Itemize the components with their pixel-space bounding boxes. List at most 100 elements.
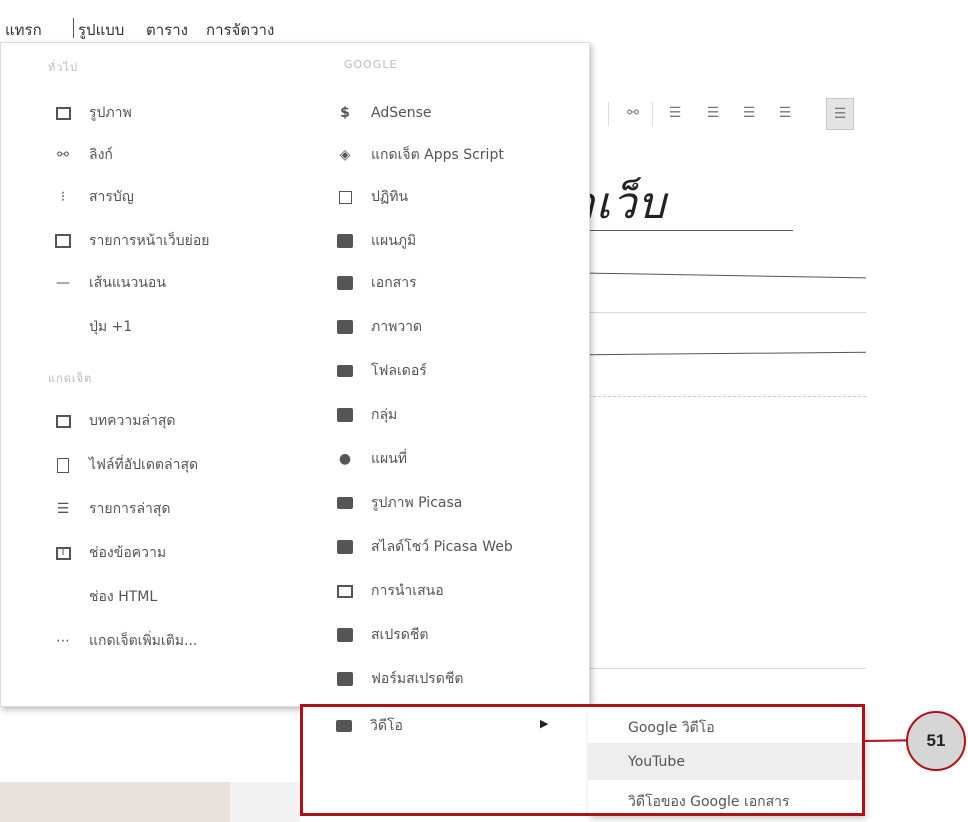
menu-item-label: AdSense [371,105,432,121]
groups-icon [335,405,355,425]
menu-item-label: ปฏิทิน [371,189,409,205]
menu-item-label: รายการล่าสุด [89,501,171,517]
align-icon[interactable]: ☰ [826,98,854,130]
menu-item-label: สารบัญ [89,189,134,205]
camera-icon [335,493,355,513]
menu-item-drawing[interactable]: ภาพวาด [335,315,422,339]
formatting-toolbar: ⚯ ☰ ☰ ☰ ☰ ☰ [600,98,865,132]
divider [588,312,866,313]
numbered-list-icon[interactable]: ☰ [662,98,688,128]
more-gadgets-icon: ⋯ [56,633,70,649]
highlight-frame [300,704,865,816]
menu-item-label: แกดเจ็ตเพิ่มเติม... [89,633,198,649]
menu-item-adsense[interactable]: $ AdSense [335,101,432,125]
menu-item-label: ปุ่ม +1 [89,319,133,335]
menu-item-horizontal-line[interactable]: — เส้นแนวนอน [53,271,166,295]
bulleted-list-icon[interactable]: ☰ [700,98,726,128]
menu-item-map[interactable]: ● แผนที่ [335,447,407,471]
menu-item-document[interactable]: เอกสาร [335,271,417,295]
divider [588,230,793,231]
link-icon[interactable]: ⚯ [620,98,646,128]
toolbar-separator [652,102,653,126]
menu-insert[interactable]: แทรก [5,18,42,42]
menu-item-image[interactable]: รูปภาพ [53,101,132,125]
folder-icon [335,361,355,381]
menu-item-label: กลุ่ม [371,407,398,423]
menu-item-recent-files[interactable]: ไฟล์ที่อัปเดตล่าสุด [53,453,198,477]
menu-item-picasa-slideshow[interactable]: สไลด์โชว์ Picasa Web [335,535,513,559]
drawing-icon [335,317,355,337]
calendar-icon [335,187,355,207]
menu-item-label: รูปภาพ [89,105,132,121]
menu-item-folder[interactable]: โฟลเดอร์ [335,359,427,383]
text-box-icon: T [53,543,73,563]
recent-files-icon [53,455,73,475]
image-icon [53,103,73,123]
editor-footer-strip [230,782,300,822]
toolbar-separator [608,102,609,126]
presentation-icon [335,581,355,601]
menu-item-spreadsheet[interactable]: สเปรดชีต [335,623,428,647]
menu-item-label: บทความล่าสุด [89,413,176,429]
menu-item-link[interactable]: ⚯ ลิงก์ [53,143,113,167]
section-header-google: GOOGLE [344,58,398,71]
menu-item-plus-one[interactable]: ปุ่ม +1 [89,315,132,339]
apps-script-icon: ◈ [339,147,351,163]
document-icon [335,273,355,293]
menu-item-label: สไลด์โชว์ Picasa Web [371,539,513,555]
chart-icon [335,231,355,251]
divider [588,668,866,669]
menu-item-label: เอกสาร [371,275,417,291]
menu-item-spreadsheet-form[interactable]: ฟอร์มสเปรดชีต [335,667,464,691]
menu-item-label: ช่อง HTML [89,589,158,605]
menu-item-text-box[interactable]: T ช่องข้อความ [53,541,166,565]
menu-item-calendar[interactable]: ปฏิทิน [335,185,408,209]
menu-item-label: แกดเจ็ต Apps Script [371,147,504,163]
menu-item-more-gadgets[interactable]: ⋯ แกดเจ็ตเพิ่มเติม... [53,629,197,653]
menu-item-label: รายการหน้าเว็บย่อย [89,233,210,249]
menu-item-toc[interactable]: ⁝ สารบัญ [53,185,134,209]
menu-item-groups[interactable]: กลุ่ม [335,403,397,427]
divider [588,351,866,356]
insert-menu: ทั่วไป รูปภาพ ⚯ ลิงก์ ⁝ สารบัญ รายการหน้… [0,42,590,707]
spreadsheet-icon [335,625,355,645]
menu-item-label: รูปภาพ Picasa [371,495,463,511]
menubar: แทรก รูปแบบ ตาราง การจัดวาง [0,0,968,40]
menu-item-picasa-image[interactable]: รูปภาพ Picasa [335,491,462,515]
indent-more-icon[interactable]: ☰ [772,98,798,128]
horizontal-line-icon: — [56,275,70,291]
menu-format[interactable]: รูปแบบ [78,18,124,42]
section-header-general: ทั่วไป [48,61,78,74]
menu-item-apps-script[interactable]: ◈ แกดเจ็ต Apps Script [335,143,504,167]
menu-table[interactable]: ตาราง [146,18,188,42]
menu-separator [73,18,74,38]
menu-item-label: โฟลเดอร์ [371,363,427,379]
table-of-contents-icon: ⁝ [60,189,66,205]
menu-item-label: ช่องข้อความ [89,545,167,561]
menu-item-label: เส้นแนวนอน [89,275,166,291]
menu-item-label: ลิงก์ [89,147,113,163]
recent-list-icon: ☰ [56,501,70,517]
subpage-listing-icon [53,231,73,251]
menu-item-label: สเปรดชีต [371,627,429,643]
menu-item-html-box[interactable]: ช่อง HTML [89,585,157,609]
menu-item-label: การนำเสนอ [371,583,444,599]
divider [588,396,866,397]
form-icon [335,669,355,689]
section-header-gadgets: แกดเจ็ต [48,372,93,385]
menu-item-label: แผนภูมิ [371,233,417,249]
menu-item-label: ภาพวาด [371,319,423,335]
menu-item-subpage-listing[interactable]: รายการหน้าเว็บย่อย [53,229,209,253]
link-icon: ⚯ [57,147,69,163]
menu-item-label: แผนที่ [371,451,408,467]
menu-item-chart[interactable]: แผนภูมิ [335,229,416,253]
map-pin-icon: ● [338,451,352,467]
menu-item-recent-list[interactable]: ☰ รายการล่าสุด [53,497,171,521]
menu-layout[interactable]: การจัดวาง [206,18,274,42]
menu-item-presentation[interactable]: การนำเสนอ [335,579,444,603]
menu-item-recent-posts[interactable]: บทความล่าสุด [53,409,176,433]
indent-less-icon[interactable]: ☰ [736,98,762,128]
menu-item-label: ฟอร์มสเปรดชีต [371,671,464,687]
divider [588,272,866,279]
recent-posts-icon [53,411,73,431]
